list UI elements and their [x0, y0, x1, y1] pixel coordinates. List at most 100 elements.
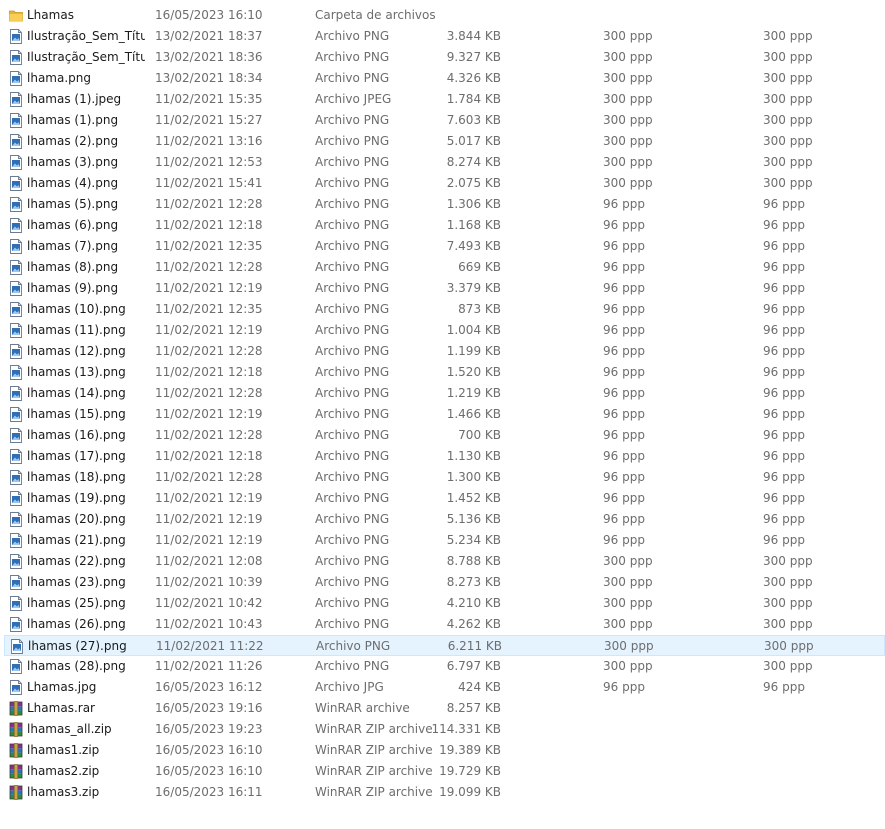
file-size: 1.168 KB — [446, 218, 501, 232]
file-row[interactable]: lhamas (26).png 11/02/2021 10:43 Archivo P… — [4, 614, 885, 635]
file-size: 700 KB — [458, 428, 501, 442]
file-vertical-resolution: 96 ppp — [763, 323, 805, 337]
file-row[interactable]: lhamas (8).png 11/02/2021 12:28 Archivo PN… — [4, 257, 885, 278]
file-date: 11/02/2021 12:28 — [155, 470, 263, 484]
file-row[interactable]: Lhamas 16/05/2023 16:10 Carpeta de archivo… — [4, 5, 885, 26]
file-name: lhamas1.zip — [27, 743, 100, 757]
file-horizontal-resolution: 96 ppp — [603, 260, 645, 274]
file-row[interactable]: lhamas (14).png 11/02/2021 12:28 Archivo P… — [4, 383, 885, 404]
file-size: 1.199 KB — [446, 344, 501, 358]
file-horizontal-resolution — [603, 782, 723, 803]
file-row[interactable]: Ilustração_Sem_Títu...13/02/2021 18:36Ar… — [4, 47, 885, 68]
file-vertical-resolution: 96 ppp — [763, 428, 805, 442]
file-row[interactable]: lhamas3.zip 16/05/2023 16:11 WinRAR ZIP ar… — [4, 782, 885, 803]
file-vertical-resolution: 300 ppp — [763, 92, 813, 106]
file-date: 11/02/2021 10:39 — [155, 575, 263, 589]
file-name: lhamas (18).png — [27, 470, 126, 484]
image-file-icon — [9, 323, 23, 338]
file-row[interactable]: lhamas (25).png 11/02/2021 10:42 Archivo P… — [4, 593, 885, 614]
file-date: 11/02/2021 12:19 — [155, 533, 263, 547]
file-row[interactable]: lhamas (1).jpeg 11/02/2021 15:35 Archivo J… — [4, 89, 885, 110]
file-row-selected[interactable]: lhamas (27).png 11/02/2021 11:22 Archivo P… — [4, 635, 885, 656]
file-size: 19.099 KB — [439, 785, 501, 799]
image-file-icon — [9, 155, 23, 170]
file-date: 11/02/2021 12:18 — [155, 449, 263, 463]
file-row[interactable]: lhamas (2).png 11/02/2021 13:16 Archivo PN… — [4, 131, 885, 152]
image-file-icon — [9, 92, 23, 107]
file-row[interactable]: lhamas (7).png 11/02/2021 12:35 Archivo PN… — [4, 236, 885, 257]
file-name: lhamas (15).png — [27, 407, 126, 421]
file-vertical-resolution: 300 ppp — [763, 596, 813, 610]
file-row[interactable]: lhamas (5).png 11/02/2021 12:28 Archivo PN… — [4, 194, 885, 215]
file-date: 16/05/2023 16:10 — [155, 8, 263, 22]
file-date: 11/02/2021 12:53 — [155, 155, 263, 169]
file-vertical-resolution: 96 ppp — [763, 344, 805, 358]
file-date: 16/05/2023 16:11 — [155, 785, 263, 799]
file-row[interactable]: Ilustração_Sem_Títu...13/02/2021 18:37Ar… — [4, 26, 885, 47]
file-row[interactable]: lhamas (16).png 11/02/2021 12:28 Archivo P… — [4, 425, 885, 446]
file-vertical-resolution — [763, 698, 883, 719]
file-row[interactable]: lhamas1.zip 16/05/2023 16:10 WinRAR ZIP ar… — [4, 740, 885, 761]
file-row[interactable]: lhamas (15).png 11/02/2021 12:19 Archivo P… — [4, 404, 885, 425]
file-size: 669 KB — [458, 260, 501, 274]
image-file-icon — [10, 639, 24, 654]
file-size: 1.300 KB — [446, 470, 501, 484]
file-row[interactable]: lhamas (1).png 11/02/2021 15:27 Archivo PN… — [4, 110, 885, 131]
file-name: lhamas3.zip — [27, 785, 100, 799]
file-row[interactable]: lhamas2.zip 16/05/2023 16:10 WinRAR ZIP ar… — [4, 761, 885, 782]
file-row[interactable]: lhamas_all.zip 16/05/2023 19:23 WinRAR ZIP… — [4, 719, 885, 740]
image-file-icon — [9, 533, 23, 548]
file-row[interactable]: lhamas (9).png 11/02/2021 12:19 Archivo PN… — [4, 278, 885, 299]
file-row[interactable]: lhamas (10).png 11/02/2021 12:35 Archivo P… — [4, 299, 885, 320]
file-row[interactable]: lhamas (11).png 11/02/2021 12:19 Archivo P… — [4, 320, 885, 341]
file-row[interactable]: lhamas (21).png 11/02/2021 12:19 Archivo P… — [4, 530, 885, 551]
winrar-archive-icon — [9, 785, 23, 800]
file-row[interactable]: lhama.png 13/02/2021 18:34 Archivo PNG 4.32… — [4, 68, 885, 89]
winrar-archive-icon — [9, 701, 23, 716]
file-vertical-resolution: 300 ppp — [763, 113, 813, 127]
image-file-icon — [9, 302, 23, 317]
file-horizontal-resolution: 96 ppp — [603, 323, 645, 337]
file-row[interactable]: lhamas (17).png 11/02/2021 12:18 Archivo P… — [4, 446, 885, 467]
file-date: 11/02/2021 11:26 — [155, 659, 263, 673]
file-date: 11/02/2021 10:42 — [155, 596, 263, 610]
file-row[interactable]: lhamas (12).png 11/02/2021 12:28 Archivo P… — [4, 341, 885, 362]
file-list[interactable]: Lhamas 16/05/2023 16:10 Carpeta de archivo… — [0, 0, 885, 829]
file-name: lhamas (27).png — [28, 639, 127, 653]
file-row[interactable]: lhamas (19).png 11/02/2021 12:19 Archivo P… — [4, 488, 885, 509]
file-name: lhamas (1).jpeg — [27, 92, 122, 106]
file-horizontal-resolution: 300 ppp — [604, 639, 654, 653]
file-row[interactable]: lhamas (23).png 11/02/2021 10:39 Archivo P… — [4, 572, 885, 593]
file-vertical-resolution: 300 ppp — [764, 639, 814, 653]
file-row[interactable]: lhamas (4).png 11/02/2021 15:41 Archivo PN… — [4, 173, 885, 194]
file-size: 424 KB — [458, 680, 501, 694]
file-row[interactable]: lhamas (3).png 11/02/2021 12:53 Archivo PN… — [4, 152, 885, 173]
file-name: lhamas (2).png — [27, 134, 119, 148]
file-horizontal-resolution: 300 ppp — [603, 155, 653, 169]
image-file-icon — [9, 50, 23, 65]
file-row[interactable]: lhamas (6).png 11/02/2021 12:18 Archivo PN… — [4, 215, 885, 236]
file-vertical-resolution: 96 ppp — [763, 197, 805, 211]
file-size: 9.327 KB — [446, 50, 501, 64]
file-row[interactable]: lhamas (28).png 11/02/2021 11:26 Archivo P… — [4, 656, 885, 677]
file-horizontal-resolution: 96 ppp — [603, 302, 645, 316]
file-horizontal-resolution: 96 ppp — [603, 491, 645, 505]
image-file-icon — [9, 554, 23, 569]
image-file-icon — [9, 680, 23, 695]
file-size: 6.797 KB — [446, 659, 501, 673]
file-row[interactable]: lhamas (22).png 11/02/2021 12:08 Archivo P… — [4, 551, 885, 572]
image-file-icon — [9, 512, 23, 527]
file-name: lhamas (20).png — [27, 512, 126, 526]
file-name: lhamas_all.zip — [27, 722, 112, 736]
file-horizontal-resolution: 300 ppp — [603, 659, 653, 673]
file-name: lhamas (26).png — [27, 617, 126, 631]
file-row[interactable]: lhamas (18).png 11/02/2021 12:28 Archivo P… — [4, 467, 885, 488]
file-row[interactable]: Lhamas.rar 16/05/2023 19:16 WinRAR archive… — [4, 698, 885, 719]
file-size: 1.466 KB — [446, 407, 501, 421]
file-row[interactable]: Lhamas.jpg 16/05/2023 16:12 Archivo JPG 424… — [4, 677, 885, 698]
file-horizontal-resolution: 300 ppp — [603, 50, 653, 64]
file-horizontal-resolution — [603, 740, 723, 761]
file-row[interactable]: lhamas (13).png 11/02/2021 12:18 Archivo P… — [4, 362, 885, 383]
file-name: lhama.png — [27, 71, 91, 85]
file-row[interactable]: lhamas (20).png 11/02/2021 12:19 Archivo P… — [4, 509, 885, 530]
